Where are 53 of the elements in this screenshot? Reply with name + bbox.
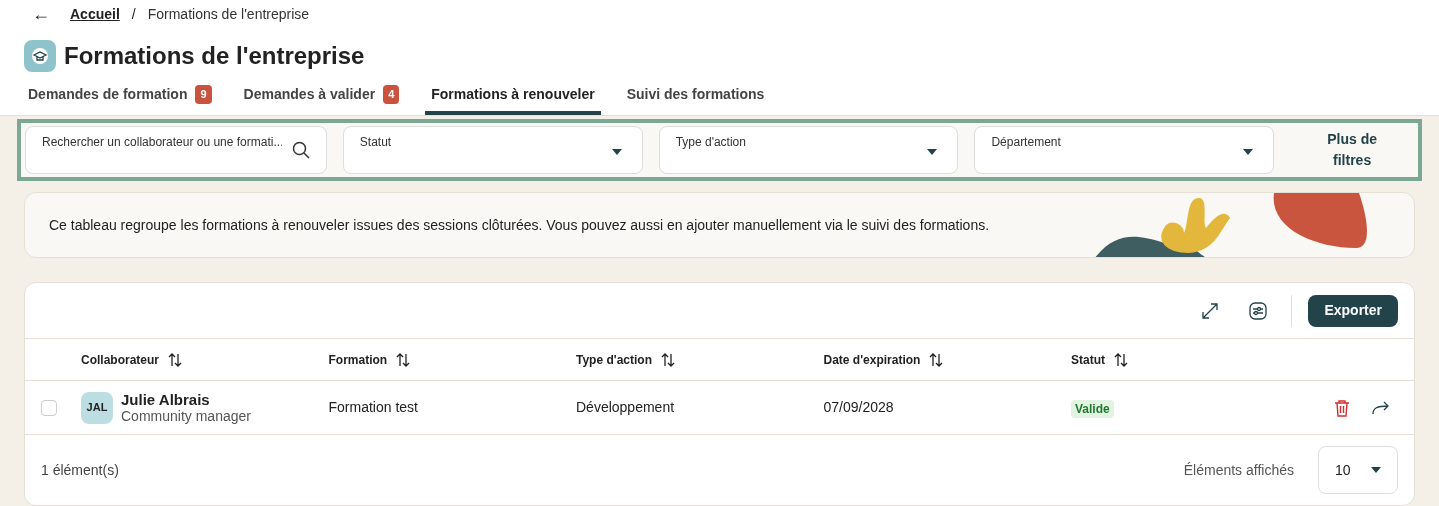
row-checkbox[interactable] bbox=[41, 399, 57, 416]
search-field[interactable]: Rechercher un collaborateur ou une formati... bbox=[25, 126, 327, 174]
back-arrow[interactable]: ← bbox=[32, 0, 50, 28]
caret-icon bbox=[1371, 467, 1381, 473]
column-header: Date d'expiration bbox=[823, 351, 921, 369]
forward-icon[interactable] bbox=[1372, 400, 1390, 415]
page-title: Formations de l'entreprise bbox=[64, 41, 365, 71]
sort-icon[interactable] bbox=[1113, 351, 1129, 368]
column-header: Formation bbox=[328, 351, 388, 369]
breadcrumb-separator: / bbox=[131, 4, 136, 24]
table-cell-text: 07/09/2028 bbox=[823, 398, 895, 417]
status-badge: Valide bbox=[1071, 399, 1114, 418]
count-badge: 9 bbox=[195, 85, 212, 104]
settings-icon[interactable] bbox=[1249, 301, 1268, 320]
item-count: 1 élément(s) bbox=[41, 460, 120, 480]
export-button[interactable]: Exporter bbox=[1308, 294, 1398, 327]
more-filters-button[interactable]: Plus de filtres bbox=[1290, 129, 1414, 171]
select-label: Département bbox=[991, 134, 1061, 151]
breadcrumb-current: Formations de l'entreprise bbox=[147, 4, 310, 24]
select-field[interactable]: Département bbox=[974, 126, 1275, 174]
search-input[interactable]: Rechercher un collaborateur ou une formati... bbox=[42, 133, 282, 151]
select-label: Type d'action bbox=[675, 134, 746, 151]
page-size-label: Éléments affichés bbox=[1183, 460, 1294, 480]
expand-icon[interactable] bbox=[1201, 301, 1220, 320]
select-field[interactable]: Statut bbox=[342, 126, 643, 174]
table-cell-text: Formation test bbox=[328, 398, 419, 417]
select-label: Statut bbox=[359, 134, 392, 151]
tab[interactable]: Demandes de formation 9 bbox=[22, 82, 218, 115]
select-field[interactable]: Type d'action bbox=[658, 126, 959, 174]
count-badge: 4 bbox=[383, 85, 400, 104]
sort-icon[interactable] bbox=[928, 351, 945, 368]
caret-icon bbox=[611, 149, 622, 155]
column-header: Collaborateur bbox=[81, 351, 159, 369]
banner-text: Ce tableau regroupe les formations à renouveler issues des sessions clôturées. Vous pouvez aussi en ajouter manuellement via le suivi des formations. bbox=[49, 215, 990, 235]
tab[interactable]: Demandes à valider 4 bbox=[237, 82, 406, 115]
employee-role: Community manager bbox=[121, 407, 251, 424]
caret-icon bbox=[1243, 149, 1254, 155]
column-header: Type d'action bbox=[576, 351, 652, 369]
breadcrumb-link[interactable]: Accueil bbox=[70, 3, 120, 25]
sort-icon[interactable] bbox=[660, 351, 676, 368]
employee-name: Julie Albrais bbox=[121, 391, 211, 408]
search-icon bbox=[291, 141, 310, 159]
column-header: Statut bbox=[1071, 351, 1105, 369]
trash-icon[interactable] bbox=[1334, 398, 1350, 417]
graduation-cap-icon bbox=[24, 40, 56, 72]
avatar: JAL bbox=[81, 391, 113, 424]
page-size-select[interactable]: 10 bbox=[1318, 446, 1398, 494]
sort-icon[interactable] bbox=[395, 351, 412, 368]
sort-icon[interactable] bbox=[167, 351, 183, 368]
caret-icon bbox=[927, 149, 938, 155]
tab[interactable]: Suivi des formations bbox=[620, 82, 771, 115]
table-cell-text: Développement bbox=[576, 398, 676, 417]
tab[interactable]: Formations à renouveler bbox=[425, 82, 601, 115]
